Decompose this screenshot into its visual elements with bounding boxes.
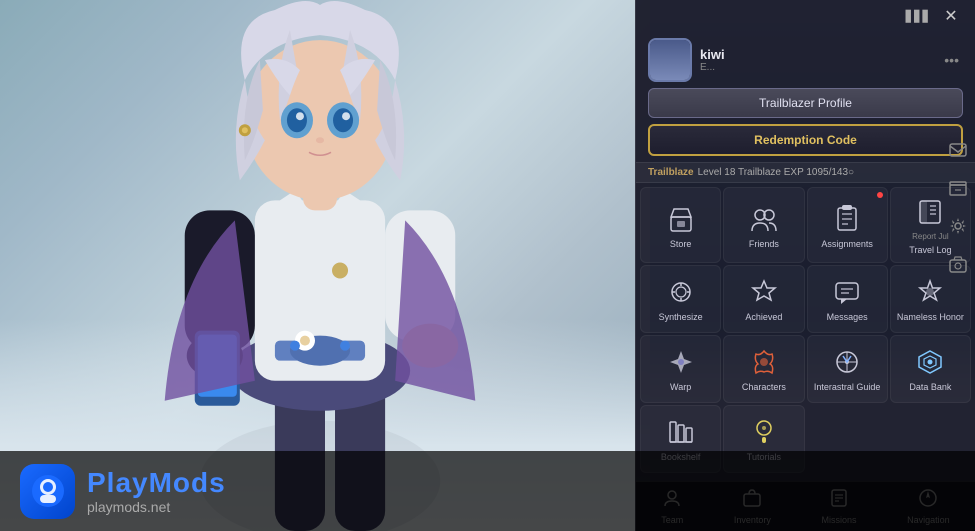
menu-item-achieved[interactable]: Achieved [723, 265, 804, 333]
data-bank-label: Data Bank [909, 382, 951, 393]
playmods-brand-name: PlayMods [87, 467, 226, 499]
play-text: Play [87, 467, 149, 498]
signal-icon: ▋▋▋ [906, 10, 931, 23]
warp-icon [665, 346, 697, 378]
messages-icon [831, 276, 863, 308]
archive-side-icon[interactable] [942, 172, 974, 204]
assignments-notification-dot [877, 192, 883, 198]
camera-side-icon[interactable] [942, 248, 974, 280]
uid-text: E... [700, 62, 932, 73]
characters-label: Characters [742, 382, 786, 393]
more-options-button[interactable]: ••• [940, 48, 963, 72]
store-label: Store [670, 239, 692, 250]
achieved-label: Achieved [745, 312, 782, 323]
achieved-icon [748, 276, 780, 308]
interastral-guide-icon [831, 346, 863, 378]
trailblaze-label: Trailblaze [648, 167, 694, 178]
playmods-url: playmods.net [87, 499, 226, 515]
menu-item-assignments[interactable]: Assignments [807, 187, 888, 263]
tutorials-icon [748, 416, 780, 448]
menu-item-store[interactable]: Store [640, 187, 721, 263]
mail-side-icon[interactable] [942, 134, 974, 166]
trailblazer-profile-button[interactable]: Trailblazer Profile [648, 88, 963, 118]
nameless-honor-label: Nameless Honor [897, 312, 964, 323]
trailblaze-detail: Level 18 Trailblaze EXP 1095/143○ [698, 167, 855, 178]
friends-icon [748, 203, 780, 235]
assignments-icon [831, 203, 863, 235]
menu-grid: StoreFriendsAssignmentsReport JulTravel … [636, 183, 975, 477]
menu-item-warp[interactable]: Warp [640, 335, 721, 403]
avatar [648, 38, 692, 82]
username-label: kiwi [700, 47, 932, 62]
redemption-code-button[interactable]: Redemption Code [648, 124, 963, 156]
mods-text: Mods [149, 467, 226, 498]
profile-info: kiwi E... [700, 47, 932, 73]
interastral-guide-label: Interastral Guide [814, 382, 881, 393]
bookshelf-icon [665, 416, 697, 448]
characters-icon [748, 346, 780, 378]
trailblaze-bar: Trailblaze Level 18 Trailblaze EXP 1095/… [636, 162, 975, 183]
close-button[interactable]: ✕ [939, 4, 963, 28]
playmods-watermark: PlayMods playmods.net [0, 451, 975, 531]
menu-item-interastral-guide[interactable]: Interastral Guide [807, 335, 888, 403]
warp-label: Warp [670, 382, 691, 393]
assignments-label: Assignments [821, 239, 873, 250]
menu-item-data-bank[interactable]: Data Bank [890, 335, 971, 403]
playmods-text-block: PlayMods playmods.net [87, 467, 226, 515]
menu-item-messages[interactable]: Messages [807, 265, 888, 333]
menu-item-friends[interactable]: Friends [723, 187, 804, 263]
profile-row: kiwi E... ••• [648, 38, 963, 82]
store-icon [665, 203, 697, 235]
synthesize-label: Synthesize [659, 312, 703, 323]
messages-label: Messages [827, 312, 868, 323]
menu-item-synthesize[interactable]: Synthesize [640, 265, 721, 333]
playmods-logo-svg [30, 473, 66, 509]
settings-side-icon[interactable] [942, 210, 974, 242]
synthesize-icon [665, 276, 697, 308]
top-bar: ▋▋▋ ✕ [636, 0, 975, 32]
data-bank-icon [914, 346, 946, 378]
menu-item-characters[interactable]: Characters [723, 335, 804, 403]
friends-label: Friends [749, 239, 779, 250]
playmods-logo-icon [20, 464, 75, 519]
profile-section: kiwi E... ••• Trailblazer Profile Redemp… [636, 32, 975, 162]
side-icons-panel [940, 130, 975, 284]
